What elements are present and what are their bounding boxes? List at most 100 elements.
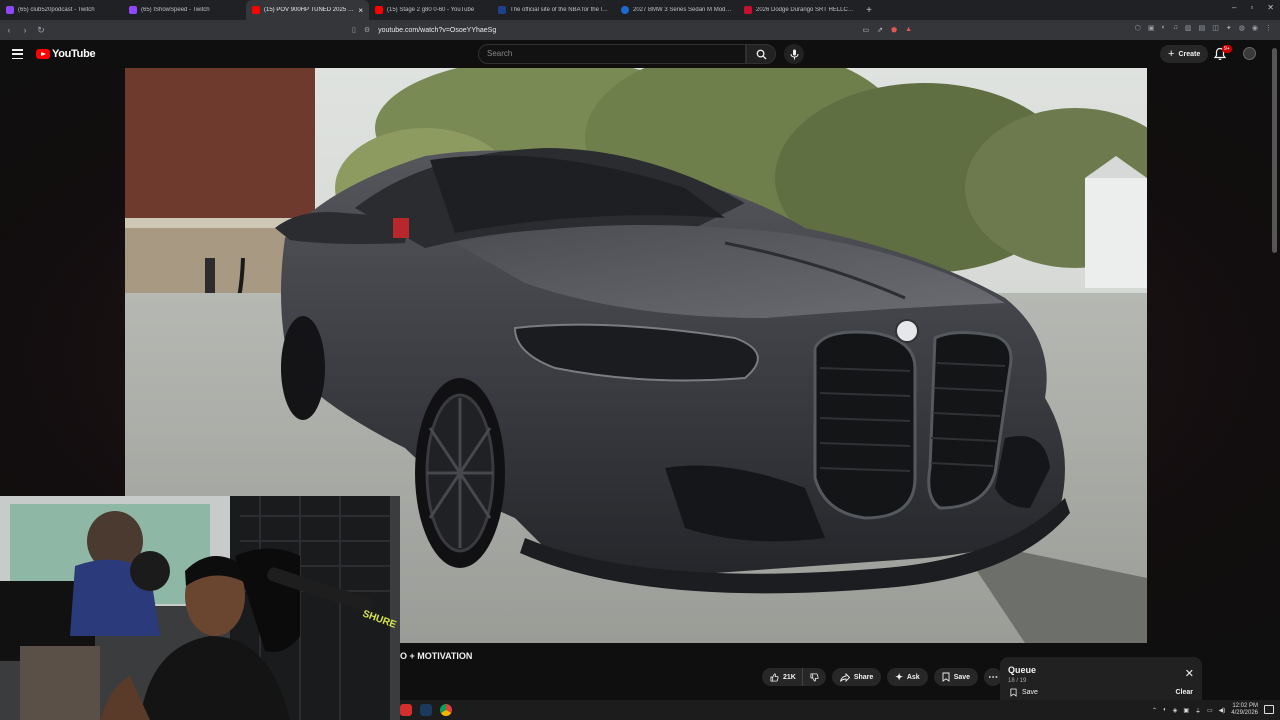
- close-queue-icon[interactable]: ✕: [1185, 667, 1194, 680]
- page-scrollbar[interactable]: [1272, 48, 1277, 253]
- warning-icon[interactable]: ▲: [905, 26, 912, 34]
- extension-icon[interactable]: ◍: [1239, 24, 1245, 32]
- close-tab-icon[interactable]: ×: [358, 6, 363, 15]
- network-icon[interactable]: ▭: [1207, 707, 1213, 714]
- save-button[interactable]: Save: [933, 668, 979, 686]
- browser-tab-strip: (65) club520podcast - Twitch (65) IShowS…: [0, 0, 1280, 20]
- extension-icon[interactable]: ◫: [1212, 24, 1219, 32]
- music-icon[interactable]: ♫: [1173, 24, 1178, 32]
- dislike-button[interactable]: [802, 668, 826, 686]
- profile-icon[interactable]: ◉: [1252, 24, 1258, 32]
- queue-save-button[interactable]: Save: [1010, 688, 1038, 697]
- browser-tab[interactable]: (65) IShowSpeed - Twitch: [123, 0, 246, 20]
- extension-icon[interactable]: ◐: [1162, 24, 1166, 32]
- more-dots-icon: ⋯: [988, 671, 999, 683]
- bmw-favicon-icon: [621, 6, 629, 14]
- tray-chevron-icon[interactable]: ⌃: [1152, 707, 1157, 714]
- extension-icon[interactable]: ⬡: [1135, 24, 1141, 32]
- youtube-play-icon: [36, 49, 50, 59]
- search-input[interactable]: Search: [478, 44, 746, 64]
- system-tray: ⌃ ◐ ◈ ▣ ⏚ ▭ ◀) 12:02 PM 4/29/2026: [1152, 703, 1258, 717]
- url-text[interactable]: youtube.com/watch?v=OsoeYYhaeSg: [378, 27, 862, 34]
- reload-icon[interactable]: ↻: [34, 25, 48, 36]
- share-page-icon[interactable]: ⇗: [877, 26, 883, 34]
- account-avatar[interactable]: [1243, 47, 1256, 60]
- extension-shield-icon[interactable]: ⬟: [891, 26, 897, 34]
- clock-date: 4/29/2026: [1231, 710, 1258, 716]
- cast-icon[interactable]: ▭: [862, 26, 869, 34]
- tab-title: 2026 Dodge Durango SRT HELLCAT: [756, 7, 855, 13]
- tab-title: (65) IShowSpeed - Twitch: [141, 7, 210, 13]
- share-arrow-icon: [839, 672, 850, 682]
- extension-icons: ⬡ ▣ ◐ ♫ ▥ ▤ ◫ ✦ ◍ ◉ ⋮: [1135, 24, 1272, 32]
- extension-icon[interactable]: ▣: [1148, 24, 1155, 32]
- webcam-overlay: SHURE: [0, 496, 400, 720]
- window-controls: – ▫ ✕: [1232, 3, 1274, 12]
- menu-dots-icon[interactable]: ⋮: [1265, 24, 1272, 32]
- browser-tab[interactable]: 2027 BMW 3 Series Sedan M Models: [615, 0, 738, 20]
- back-icon[interactable]: ‹: [2, 25, 16, 35]
- youtube-favicon-icon: [375, 6, 383, 14]
- browser-tab[interactable]: The official site of the NBA for the lat…: [492, 0, 615, 20]
- tray-app-icon[interactable]: ▣: [1183, 707, 1189, 714]
- browser-tab-active[interactable]: (15) POV 900HP TUNED 2025 BMW ×: [246, 0, 369, 20]
- tray-app-icon[interactable]: ◈: [1173, 707, 1178, 714]
- sparkle-icon: ✦: [895, 671, 903, 682]
- plus-icon: +: [1168, 48, 1175, 60]
- extension-icon[interactable]: ▥: [1185, 24, 1192, 32]
- youtube-favicon-icon: [252, 6, 260, 14]
- volume-icon[interactable]: ◀): [1219, 707, 1226, 714]
- voice-search-button[interactable]: [784, 44, 804, 64]
- address-bar[interactable]: ▯ ⚙ youtube.com/watch?v=OsoeYYhaeSg ▭ ⇗ …: [352, 23, 912, 37]
- app-icon[interactable]: [400, 704, 412, 716]
- close-window-icon[interactable]: ✕: [1267, 3, 1274, 12]
- save-label: Save: [953, 673, 971, 681]
- queue-panel: Queue 18 / 19 ✕ Save Clear: [1000, 657, 1202, 703]
- browser-tab[interactable]: (15) Stage 2 g80 0-60 - YouTube: [369, 0, 492, 20]
- steam-icon[interactable]: [420, 704, 432, 716]
- queue-clear-button[interactable]: Clear: [1175, 689, 1193, 696]
- browser-toolbar: ‹ › ↻ ▯ ⚙ youtube.com/watch?v=OsoeYYhaeS…: [0, 20, 1280, 40]
- bookmark-icon[interactable]: ▯: [352, 26, 356, 34]
- search-icon: [756, 49, 767, 60]
- create-button[interactable]: + Create: [1160, 45, 1209, 63]
- chrome-icon[interactable]: [440, 704, 452, 716]
- tab-title: (15) POV 900HP TUNED 2025 BMW: [264, 7, 356, 13]
- dodge-favicon-icon: [744, 6, 752, 14]
- queue-title: Queue: [1008, 665, 1037, 675]
- tab-title: The official site of the NBA for the lat…: [510, 7, 609, 13]
- youtube-masthead: YouTube Search + Create 9+: [0, 40, 1280, 68]
- notification-center-icon[interactable]: [1264, 705, 1274, 714]
- new-tab-icon[interactable]: +: [861, 5, 877, 16]
- taskbar-apps: [400, 704, 452, 716]
- tab-title: 2027 BMW 3 Series Sedan M Models: [633, 7, 732, 13]
- twitch-favicon-icon: [129, 6, 137, 14]
- like-button[interactable]: 21K: [762, 668, 803, 686]
- video-title: O + MOTIVATION: [400, 651, 473, 661]
- share-label: Share: [853, 673, 874, 681]
- browser-tab[interactable]: (65) club520podcast - Twitch: [0, 0, 123, 20]
- twitch-favicon-icon: [6, 6, 14, 14]
- bookmark-save-icon: [1010, 688, 1017, 697]
- extension-icon[interactable]: ▤: [1199, 24, 1206, 32]
- hamburger-menu-icon[interactable]: [12, 48, 23, 60]
- search-button[interactable]: [746, 44, 776, 64]
- logo-text: YouTube: [52, 48, 96, 60]
- ask-button[interactable]: ✦ Ask: [887, 668, 928, 686]
- minimize-icon[interactable]: –: [1232, 3, 1236, 12]
- site-info-icon[interactable]: ⚙: [364, 26, 370, 34]
- screen: { "browser": { "tabs": [ {"title": "(65)…: [0, 0, 1280, 720]
- ask-label: Ask: [906, 673, 920, 681]
- share-button[interactable]: Share: [831, 668, 882, 686]
- create-label: Create: [1178, 50, 1201, 58]
- os-taskbar: ⌃ ◐ ◈ ▣ ⏚ ▭ ◀) 12:02 PM 4/29/2026: [400, 700, 1280, 720]
- youtube-logo[interactable]: YouTube: [36, 48, 96, 60]
- tab-title: (65) club520podcast - Twitch: [18, 7, 95, 13]
- clock[interactable]: 12:02 PM 4/29/2026: [1231, 703, 1258, 717]
- usb-icon[interactable]: ⏚: [1195, 706, 1201, 715]
- tray-app-icon[interactable]: ◐: [1163, 707, 1167, 713]
- extension-icon[interactable]: ✦: [1226, 24, 1232, 32]
- forward-icon[interactable]: ›: [18, 25, 32, 35]
- browser-tab[interactable]: 2026 Dodge Durango SRT HELLCAT: [738, 0, 861, 20]
- maximize-icon[interactable]: ▫: [1250, 3, 1253, 12]
